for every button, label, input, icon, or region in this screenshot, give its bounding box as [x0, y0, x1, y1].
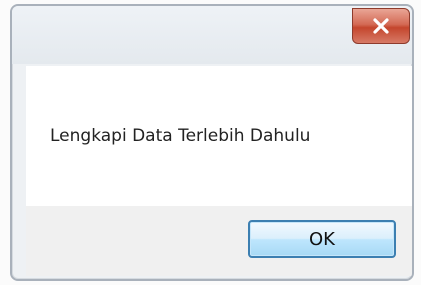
message-dialog: Lengkapi Data Terlebih Dahulu OK: [10, 4, 414, 281]
message-area: Lengkapi Data Terlebih Dahulu: [26, 66, 412, 206]
title-bar: [12, 6, 412, 64]
ok-button[interactable]: OK: [248, 220, 396, 258]
button-area: OK: [26, 206, 412, 276]
close-icon: [372, 18, 390, 34]
dialog-message: Lengkapi Data Terlebih Dahulu: [50, 126, 311, 146]
screen: Lengkapi Data Terlebih Dahulu OK: [0, 0, 421, 285]
close-button[interactable]: [352, 8, 410, 44]
